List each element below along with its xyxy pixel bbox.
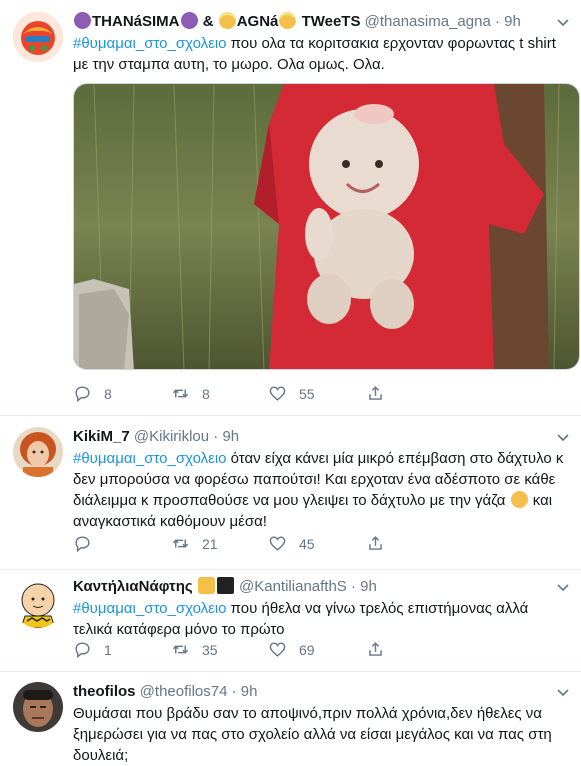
display-name-amp[interactable]: & (203, 13, 214, 30)
hashtag-link[interactable]: #θυμαμαι_στο_σχολειο (73, 450, 227, 467)
avatar[interactable] (13, 427, 63, 477)
display-name[interactable]: ΚαντήλιαΝάφτης (73, 578, 193, 595)
tweet-kikim[interactable]: KikiM_7 @Kikiriklou · 9h #θυμαμαι_στο_σχ… (0, 416, 581, 570)
photo-girl-red-shirt-icon (74, 84, 579, 369)
tweet-photo[interactable] (73, 83, 580, 370)
reply-icon (75, 386, 90, 403)
chevron-down-icon[interactable] (555, 579, 571, 595)
retweet-count: 21 (202, 535, 218, 552)
tweet-header: ΚαντήλιαΝάφτης @KantilianafthS · 9h (73, 577, 569, 597)
tweet-text: #θυμαμαι_στο_σχολειο όταν είχα κάνει μία… (73, 448, 569, 532)
sweat-smile-emoji-icon (510, 491, 528, 508)
separator-dot: · (213, 428, 219, 445)
tweet-kantilianafths[interactable]: ΚαντήλιαΝάφτης @KantilianafthS · 9h #θυμ… (0, 570, 581, 672)
like-button[interactable]: 55 (268, 384, 315, 403)
user-handle[interactable]: @Kikiriklou (134, 428, 209, 445)
retweet-button[interactable]: 35 (171, 640, 218, 659)
hashtag-link[interactable]: #θυμαμαι_στο_σχολειο (73, 35, 227, 52)
angel-emoji-icon (279, 12, 297, 29)
user-handle[interactable]: @theofilos74 (140, 683, 228, 700)
avatar[interactable] (13, 12, 63, 62)
like-count: 55 (299, 385, 315, 402)
user-handle[interactable]: @KantilianafthS (239, 578, 347, 595)
retweet-count: 35 (202, 641, 218, 658)
reply-icon (75, 536, 90, 553)
pirate-flag-emoji-icon (216, 577, 234, 594)
retweet-button[interactable]: 8 (171, 384, 210, 403)
reply-icon (75, 642, 90, 659)
chevron-down-icon[interactable] (555, 684, 571, 700)
tweet-feed: THANáSIMA & AGNá TWeeTS @thanasima_agna … (0, 0, 581, 766)
hashtag-link[interactable]: #θυμαμαι_στο_σχολειο (73, 600, 227, 617)
retweet-icon (172, 645, 189, 654)
tweet-text: Θυμάσαι που βράδυ σαν το αποψινό,πριν πο… (73, 703, 569, 766)
display-name-part[interactable]: TWeeTS (302, 13, 361, 30)
like-count: 45 (299, 535, 315, 552)
tweet-header: THANáSIMA & AGNá TWeeTS @thanasima_agna … (73, 12, 569, 32)
tweet-body: Θυμάσαι που βράδυ σαν το αποψινό,πριν πο… (73, 705, 552, 764)
separator-dot: · (350, 578, 356, 595)
share-icon (369, 536, 382, 550)
display-name-part[interactable]: THANáSIMA (92, 13, 180, 30)
reply-button[interactable]: 8 (73, 384, 112, 403)
share-button[interactable] (366, 534, 397, 553)
like-button[interactable]: 45 (268, 534, 315, 553)
avatar-photo-icon (13, 427, 63, 477)
construction-worker-emoji-icon (197, 577, 215, 594)
timestamp[interactable]: 9h (360, 578, 377, 595)
timestamp[interactable]: 9h (241, 683, 258, 700)
retweet-button[interactable]: 21 (171, 534, 218, 553)
heart-icon (269, 642, 286, 657)
like-button[interactable]: 69 (268, 640, 315, 659)
reply-button[interactable] (73, 534, 104, 553)
chevron-down-icon[interactable] (555, 14, 571, 30)
tweet-header: KikiM_7 @Kikiriklou · 9h (73, 427, 569, 447)
reply-count: 8 (104, 385, 112, 402)
devil-emoji-icon (180, 12, 198, 29)
chevron-down-icon[interactable] (555, 429, 571, 445)
share-icon (369, 642, 382, 656)
tweet-theofilos[interactable]: theofilos @theofilos74 · 9h Θυμάσαι που … (0, 672, 581, 766)
share-button[interactable] (366, 640, 397, 659)
angel-emoji-icon (218, 12, 236, 29)
separator-dot: · (494, 13, 500, 30)
heart-icon (269, 536, 286, 551)
retweet-icon (172, 389, 189, 398)
devil-emoji-icon (74, 12, 91, 29)
avatar-logo-icon (13, 12, 63, 62)
reply-count: 1 (104, 641, 112, 658)
avatar-photo-icon (13, 682, 63, 732)
separator-dot: · (231, 683, 237, 700)
timestamp[interactable]: 9h (504, 13, 521, 30)
like-count: 69 (299, 641, 315, 658)
display-name[interactable]: KikiM_7 (73, 428, 130, 445)
retweet-count: 8 (202, 385, 210, 402)
user-handle[interactable]: @thanasima_agna (365, 13, 491, 30)
display-name[interactable]: theofilos (73, 683, 136, 700)
timestamp[interactable]: 9h (222, 428, 239, 445)
share-icon (369, 386, 382, 400)
tweet-thanasima[interactable]: THANáSIMA & AGNá TWeeTS @thanasima_agna … (0, 0, 581, 416)
reply-button[interactable]: 1 (73, 640, 112, 659)
tweet-text: #θυμαμαι_στο_σχολειο που ήθελα να γίνω τ… (73, 598, 569, 640)
tweet-header: theofilos @theofilos74 · 9h (73, 682, 569, 702)
heart-icon (269, 386, 286, 401)
display-name-part[interactable]: AGNá (237, 13, 279, 30)
tweet-text: #θυμαμαι_στο_σχολειο που ολα τα κοριτσακ… (73, 33, 569, 75)
retweet-icon (172, 539, 189, 548)
avatar-cartoon-icon (13, 578, 63, 628)
avatar[interactable] (13, 682, 63, 732)
avatar[interactable] (13, 578, 63, 628)
share-button[interactable] (366, 384, 397, 403)
